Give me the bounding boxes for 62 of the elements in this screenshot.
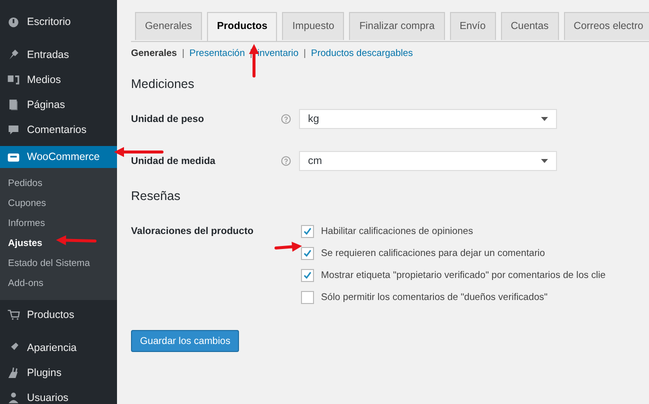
submenu-item[interactable]: Ajustes	[0, 234, 117, 254]
sidebar-item[interactable]: Plugins	[0, 360, 117, 385]
arrow-annotation	[249, 44, 259, 78]
separator: |	[182, 48, 184, 59]
menu-icon	[7, 98, 20, 111]
checkbox-label: Sólo permitir los comentarios de "dueños verificados"	[321, 292, 548, 303]
checkbox[interactable]	[301, 247, 314, 260]
settings-tab[interactable]: Finalizar compra	[349, 12, 445, 40]
menu-icon	[7, 48, 20, 61]
submenu-item[interactable]: Add-ons	[0, 274, 117, 294]
subsection-link[interactable]: Generales	[131, 48, 177, 59]
arrow-annotation	[274, 242, 302, 252]
settings-tab[interactable]: Envío	[450, 12, 496, 40]
settings-tab[interactable]: Impuesto	[282, 12, 344, 40]
checkbox[interactable]	[301, 225, 314, 238]
checkbox[interactable]	[301, 291, 314, 304]
menu-icon	[7, 366, 20, 379]
subsection-link[interactable]: Presentación	[189, 48, 245, 59]
sidebar-item[interactable]: Medios	[0, 67, 117, 92]
arrow-annotation	[114, 147, 164, 157]
submenu-item[interactable]: Cupones	[0, 194, 117, 214]
submenu-item[interactable]: Pedidos	[0, 174, 117, 194]
menu-icon	[7, 391, 20, 404]
help-icon[interactable]	[281, 156, 291, 166]
settings-tab[interactable]: Productos	[207, 12, 278, 41]
menu-icon	[7, 73, 20, 86]
menu-icon	[7, 150, 20, 164]
subsection-link[interactable]: Productos descargables	[311, 48, 413, 59]
field-label: Unidad de medida	[131, 156, 216, 166]
sidebar-item[interactable]: Apariencia	[0, 335, 117, 360]
caret-icon	[541, 159, 548, 163]
sidebar-item[interactable]: Comentarios	[0, 117, 117, 142]
checkbox-label: Se requieren calificaciones para dejar un comentario	[321, 248, 545, 259]
menu-icon	[7, 308, 20, 321]
sidebar-item[interactable]: Escritorio	[0, 9, 117, 34]
sidebar-item[interactable]: Usuarios	[0, 385, 117, 404]
menu-icon	[7, 123, 20, 136]
help-icon[interactable]	[281, 114, 291, 124]
sidebar-item[interactable]: Páginas	[0, 92, 117, 117]
subsection-link[interactable]: inventario	[257, 48, 299, 59]
settings-tab[interactable]: Generales	[135, 12, 202, 40]
field-label: Unidad de peso	[131, 114, 205, 124]
field-label: Valoraciones del producto	[131, 225, 254, 237]
select-field[interactable]: cm	[299, 151, 557, 171]
sidebar-item[interactable]: Productos	[0, 302, 117, 327]
settings-tab[interactable]: Cuentas	[500, 12, 559, 40]
submenu-item[interactable]: Estado del Sistema	[0, 254, 117, 274]
sidebar-item[interactable]: Entradas	[0, 42, 117, 67]
save-button[interactable]: Guardar los cambios	[131, 330, 240, 352]
menu-icon	[7, 15, 20, 28]
settings-tab[interactable]: Correos electro	[564, 12, 649, 40]
checkbox[interactable]	[301, 269, 314, 282]
section-heading: Reseñas	[131, 189, 182, 203]
caret-icon	[541, 117, 548, 121]
arrow-annotation	[56, 235, 96, 246]
separator: |	[304, 48, 306, 59]
submenu-item[interactable]: Informes	[0, 214, 117, 234]
checkbox-label: Habilitar calificaciones de opiniones	[321, 226, 473, 237]
section-heading: Mediciones	[131, 77, 196, 91]
checkbox-label: Mostrar etiqueta "propietario verificado" por comentarios de los clie	[321, 270, 606, 281]
select-field[interactable]: kg	[299, 109, 557, 129]
sidebar-item[interactable]: WooCommerce	[0, 146, 117, 168]
